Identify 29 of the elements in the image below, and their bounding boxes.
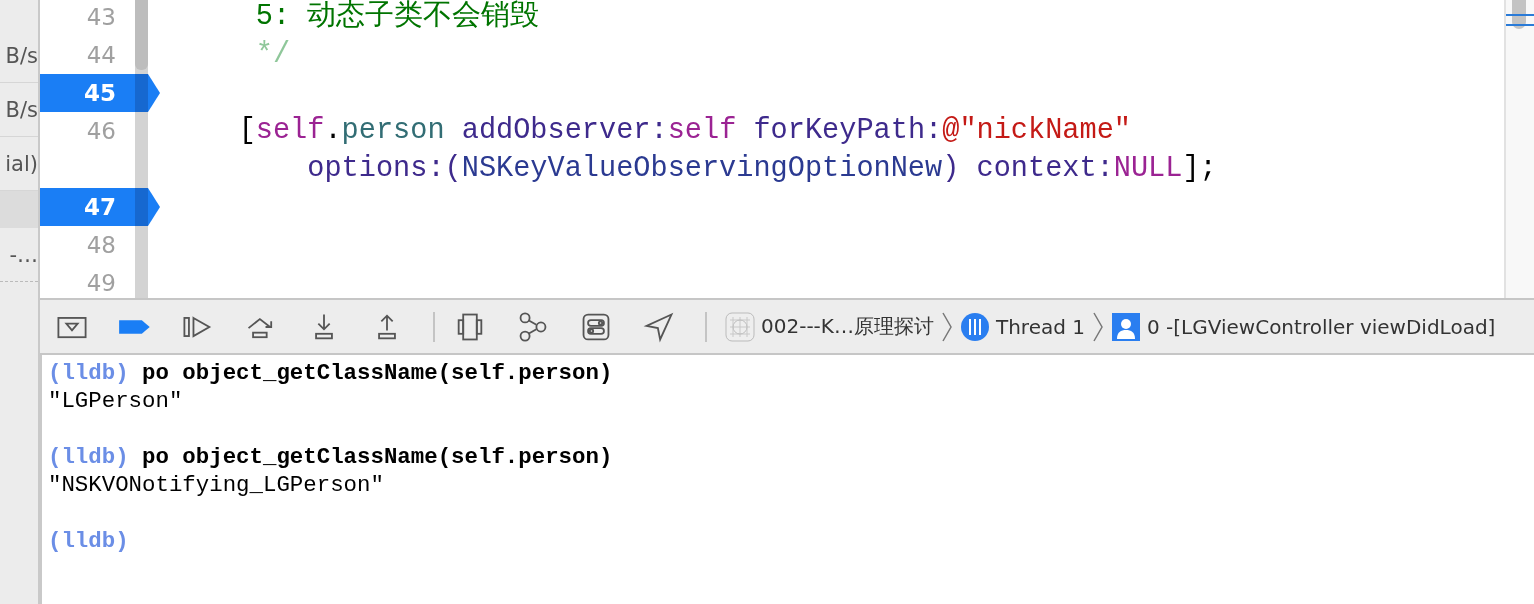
sidebar-row[interactable]: -…	[0, 228, 38, 282]
app-icon	[725, 311, 755, 342]
breakpoint-marker[interactable]	[40, 188, 160, 226]
breadcrumb[interactable]: 002---K…原理探讨	[725, 311, 934, 342]
line-number: 43	[86, 3, 116, 32]
minimap-line	[1506, 14, 1534, 16]
line-number: 48	[86, 231, 116, 260]
code-line: [self.person addObserver:self forKeyPath:@"nickName" options:(NSKeyValueObservingOptionNew) context:NULL];	[237, 114, 1217, 185]
console-prompt: (lldb)	[48, 528, 129, 554]
breadcrumb[interactable]: 0 -[LGViewController viewDidLoad]	[1110, 311, 1496, 342]
line-number: 46	[86, 117, 116, 146]
scrollbar-thumb[interactable]	[135, 0, 148, 70]
line-number: 44	[86, 41, 116, 70]
sidebar-row[interactable]: B/s	[0, 83, 38, 137]
minimap-line	[1506, 24, 1534, 26]
console-line: (lldb) po object_getClassName(self.person)	[48, 443, 614, 471]
thread-icon	[959, 311, 990, 342]
line-number: 45	[84, 79, 116, 108]
person-icon	[1110, 311, 1141, 342]
code-line: */	[254, 38, 291, 71]
line-number: 49	[86, 269, 116, 298]
console-output: "NSKVONotifying_LGPerson"	[48, 471, 385, 499]
breadcrumb[interactable]: Thread 1	[959, 311, 1085, 342]
console-output: "LGPerson"	[48, 387, 184, 415]
sidebar-row[interactable]: B/s	[0, 29, 38, 83]
console-line: (lldb) po object_getClassName(self.person)	[48, 359, 614, 387]
breakpoint-marker[interactable]	[40, 74, 160, 112]
code-line: 5: 动态子类不会销毁	[254, 0, 540, 33]
line-number: 47	[84, 193, 116, 222]
